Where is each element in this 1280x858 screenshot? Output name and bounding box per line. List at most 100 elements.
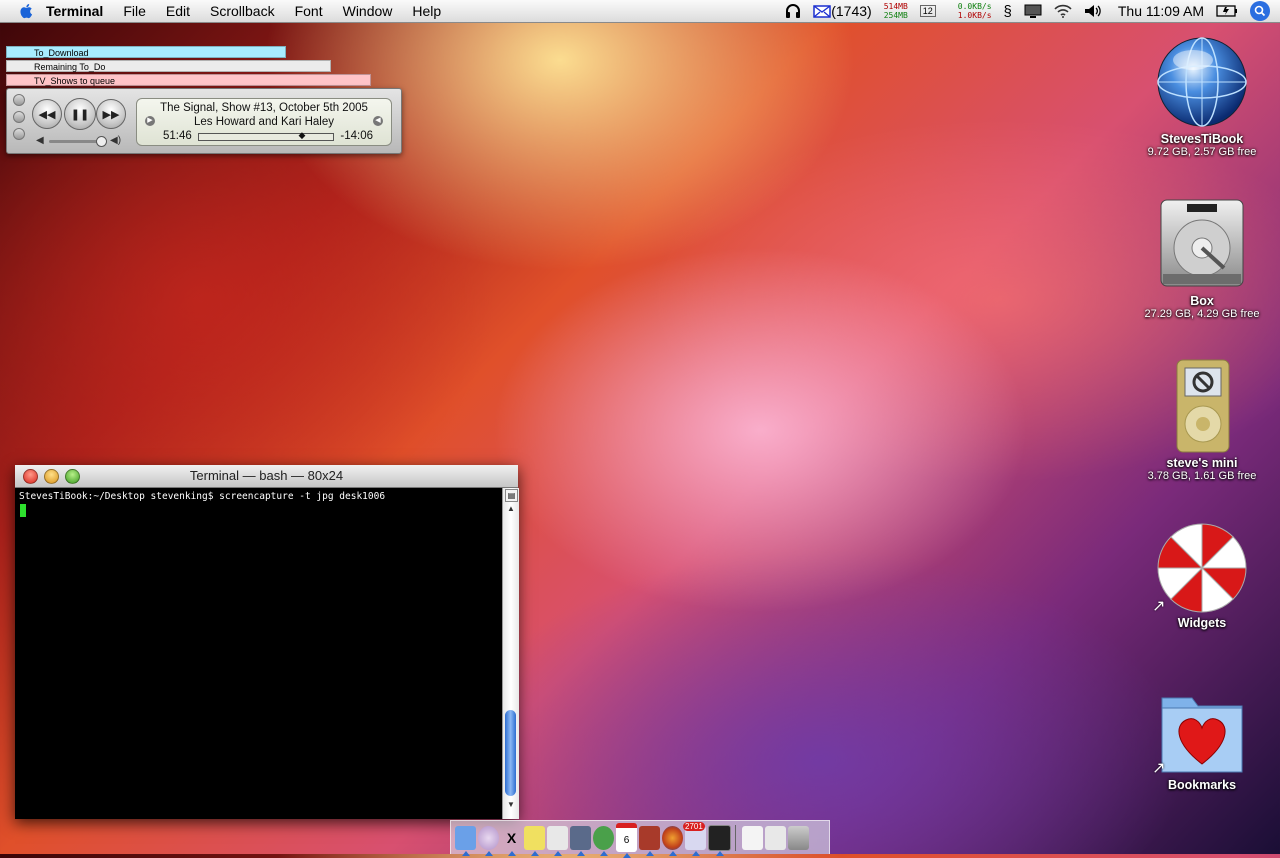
firefox-icon[interactable] xyxy=(662,825,683,856)
mail-status[interactable]: (1743) xyxy=(813,3,872,19)
ical-day: 6 xyxy=(623,834,630,846)
scroll-thumb[interactable] xyxy=(505,710,516,796)
wifi-icon[interactable] xyxy=(1054,4,1072,18)
terminal-content[interactable]: StevesTiBook:~/Desktop stevenking$ scree… xyxy=(15,488,502,819)
mail-dock-icon[interactable] xyxy=(570,825,591,856)
calendar-menu-icon[interactable]: 12 xyxy=(919,5,936,17)
sticky-to-download[interactable]: To_Download xyxy=(6,46,286,58)
volume-icon[interactable] xyxy=(1084,4,1102,18)
heart-folder-icon xyxy=(1127,684,1277,778)
player-minimize-button[interactable] xyxy=(13,111,25,123)
desktop-icon-capacity: 3.78 GB, 1.61 GB free xyxy=(1147,470,1257,482)
memory-free: 254MB xyxy=(883,11,908,20)
close-button[interactable] xyxy=(23,469,38,484)
stickies-icon[interactable] xyxy=(524,825,545,856)
terminal-cursor xyxy=(20,504,26,517)
preview-icon[interactable] xyxy=(547,825,568,856)
script-menu-icon[interactable]: § xyxy=(1004,3,1012,20)
menu-font[interactable]: Font xyxy=(295,3,323,19)
ical-icon[interactable]: 6 xyxy=(616,823,637,858)
scroll-down-arrow-icon[interactable]: ▼ xyxy=(503,800,519,814)
desktop-icon-label: Box xyxy=(1190,294,1214,308)
dock-separator xyxy=(735,824,736,851)
previous-track-button[interactable]: ◀◀ xyxy=(32,99,62,129)
progress-knob[interactable]: ◆ xyxy=(299,130,306,141)
sticky-label: To_Download xyxy=(34,48,89,58)
mail-count: (1743) xyxy=(831,3,872,19)
sticky-tv-shows[interactable]: TV_Shows to queue xyxy=(6,74,371,86)
minimized-window-icon[interactable] xyxy=(742,825,763,850)
fast-forward-icon: ▶▶ xyxy=(102,108,120,121)
alias-arrow-icon: ↗ xyxy=(1152,598,1166,615)
desktop-icon-capacity: 9.72 GB, 2.57 GB free xyxy=(1147,146,1257,158)
domo-icon[interactable] xyxy=(639,825,660,856)
terminal-dock-icon[interactable] xyxy=(708,824,731,856)
sticky-label: Remaining To_Do xyxy=(34,62,106,72)
remaining-time: -14:06 xyxy=(340,130,373,142)
display-icon[interactable] xyxy=(1024,4,1042,19)
desktop-icon-box[interactable]: Box 27.29 GB, 4.29 GB free xyxy=(1127,196,1277,320)
x11-icon[interactable]: X xyxy=(501,826,522,856)
itunes-icon[interactable] xyxy=(478,825,499,856)
elapsed-time: 51:46 xyxy=(163,130,192,142)
menu-bar: Terminal File Edit Scrollback Font Windo… xyxy=(0,0,1280,23)
menu-extras: (1743) 514MB 254MB 12 0.0KB/s 1.0KB/s § Th… xyxy=(773,0,1280,22)
scroll-up-arrow-icon[interactable]: ▲ xyxy=(503,504,519,518)
net-in: 0.0KB/s xyxy=(957,2,992,11)
newsreader-icon[interactable]: 2701 xyxy=(683,821,706,856)
desktop-icon-label: StevesTiBook xyxy=(1160,132,1244,146)
globe-icon xyxy=(1127,34,1277,132)
menu-app-name[interactable]: Terminal xyxy=(46,3,103,19)
sticky-label: TV_Shows to queue xyxy=(34,76,116,86)
desktop-icon-bookmarks[interactable]: ↗ Bookmarks xyxy=(1127,684,1277,792)
next-track-button[interactable]: ▶▶ xyxy=(96,99,126,129)
minimize-button[interactable] xyxy=(44,469,59,484)
menu-edit[interactable]: Edit xyxy=(166,3,190,19)
menu-scrollback[interactable]: Scrollback xyxy=(210,3,275,19)
sticky-remaining-to-do[interactable]: Remaining To_Do xyxy=(6,60,331,72)
split-pane-icon[interactable]: ▤ xyxy=(505,489,518,502)
terminal-window: Terminal — bash — 80x24 StevesTiBook:~/D… xyxy=(15,465,519,819)
desktop-icon-label: Widgets xyxy=(1177,616,1227,630)
track-artist: Les Howard and Kari Haley xyxy=(194,116,334,128)
trash-icon[interactable] xyxy=(788,825,809,850)
terminal-titlebar[interactable]: Terminal — bash — 80x24 xyxy=(15,465,518,488)
desktop-icon-widgets[interactable]: ↗ Widgets xyxy=(1127,520,1277,630)
menu-help[interactable]: Help xyxy=(412,3,441,19)
umbrella-icon xyxy=(1127,520,1277,616)
dock: X 6 2701 xyxy=(450,820,830,858)
track-title: The Signal, Show #13, October 5th 2005 xyxy=(160,102,368,114)
volume-slider-knob[interactable] xyxy=(96,136,107,147)
player-zoom-button[interactable] xyxy=(13,128,25,140)
apple-menu-icon[interactable] xyxy=(18,2,36,20)
desktop-icon-stevestibook[interactable]: StevesTiBook 9.72 GB, 2.57 GB free xyxy=(1127,34,1277,158)
terminal-scrollbar[interactable]: ▤ ▲ ▼ xyxy=(502,488,519,819)
pause-icon: ❚❚ xyxy=(70,108,90,121)
volume-low-icon: ◀ xyxy=(36,135,44,146)
desktop-icon-capacity: 27.29 GB, 4.29 GB free xyxy=(1144,308,1260,320)
mail-icon xyxy=(813,4,831,18)
menu-window[interactable]: Window xyxy=(343,3,393,19)
calendar-day: 12 xyxy=(922,6,933,16)
clock[interactable]: Thu 11:09 AM xyxy=(1118,3,1204,19)
terminal-title: Terminal — bash — 80x24 xyxy=(189,468,344,483)
net-out: 1.0KB/s xyxy=(957,11,992,20)
documents-stack-icon[interactable] xyxy=(765,825,786,850)
player-close-button[interactable] xyxy=(13,94,25,106)
desktop-icon-label: Bookmarks xyxy=(1167,778,1237,792)
desktop-icon-steves-mini[interactable]: steve's mini 3.78 GB, 1.61 GB free xyxy=(1127,358,1277,482)
menu-file[interactable]: File xyxy=(123,3,146,19)
finder-icon[interactable] xyxy=(455,825,476,856)
alias-arrow-icon: ↗ xyxy=(1152,760,1166,777)
unread-badge: 2701 xyxy=(683,821,705,831)
hard-drive-icon xyxy=(1127,196,1277,294)
network-monitor[interactable]: 0.0KB/s 1.0KB/s xyxy=(958,2,992,20)
battery-icon[interactable] xyxy=(1216,5,1238,17)
memory-monitor[interactable]: 514MB 254MB xyxy=(884,2,908,20)
zoom-button[interactable] xyxy=(65,469,80,484)
spotlight-search-icon[interactable] xyxy=(1250,1,1270,21)
progress-bar[interactable] xyxy=(198,133,334,141)
headphones-icon[interactable] xyxy=(785,3,801,19)
pause-button[interactable]: ❚❚ xyxy=(64,98,96,130)
network-app-icon[interactable] xyxy=(593,825,614,856)
